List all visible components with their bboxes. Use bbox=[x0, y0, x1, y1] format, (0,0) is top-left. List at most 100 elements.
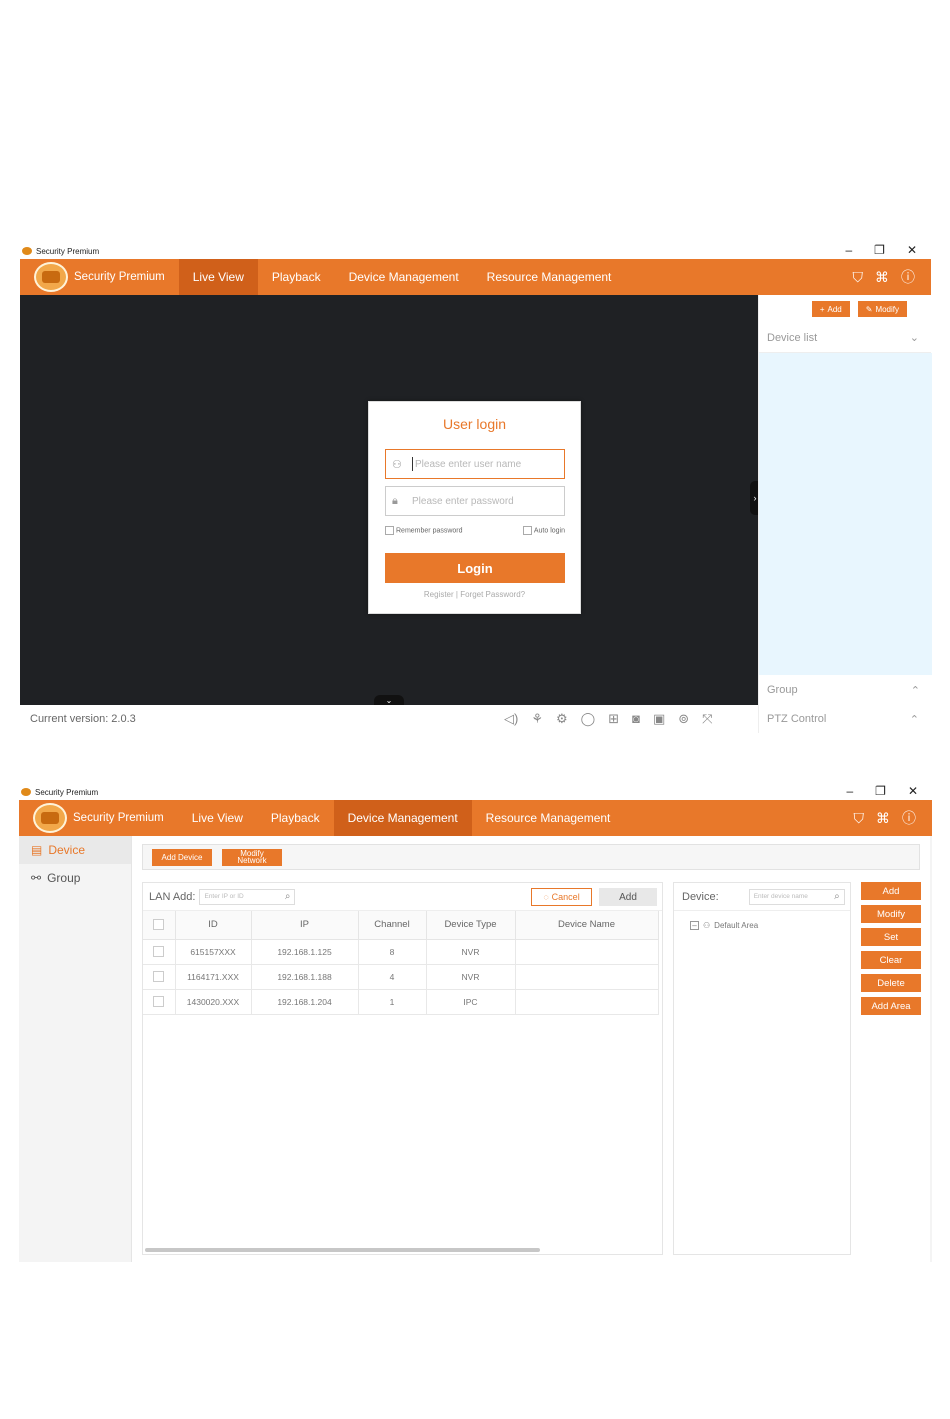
login-title: User login bbox=[442, 416, 507, 432]
help-icon[interactable]: ⓘ bbox=[901, 267, 915, 287]
add-button[interactable]: Add bbox=[861, 882, 921, 900]
settings-icon[interactable]: ⚙ bbox=[556, 711, 568, 727]
device-label: Device: bbox=[682, 890, 719, 903]
clear-button[interactable]: Clear bbox=[861, 951, 921, 969]
video-area[interactable]: User login ⚇ Please enter user name 🔒︎ P… bbox=[20, 295, 758, 705]
restore-button[interactable]: ❐ bbox=[875, 784, 886, 798]
horizontal-scrollbar[interactable] bbox=[145, 1248, 540, 1252]
select-all-checkbox[interactable] bbox=[143, 911, 176, 940]
column-header-channel[interactable]: Channel bbox=[358, 911, 427, 940]
dm-sidebar: ▤ Device ⚯ Group bbox=[19, 836, 132, 1262]
search-icon[interactable]: ⌕ bbox=[834, 891, 840, 902]
main-nav: Security Premium Live View Playback Devi… bbox=[20, 259, 931, 295]
collapse-icon[interactable]: – bbox=[690, 921, 699, 930]
split-screen-icon[interactable]: ⊞ bbox=[608, 711, 619, 727]
auto-login-checkbox[interactable]: Auto login bbox=[522, 526, 565, 535]
restore-button[interactable]: ❐ bbox=[874, 243, 885, 257]
fullscreen-icon[interactable]: ⤧ bbox=[702, 711, 712, 727]
modify-button[interactable]: Modify bbox=[861, 905, 921, 923]
tree-node-label: Default Area bbox=[714, 921, 759, 930]
group-label: Group bbox=[767, 684, 798, 696]
device-search-placeholder: Enter device name bbox=[753, 893, 808, 900]
lan-search-input[interactable]: Enter IP or ID ⌕ bbox=[199, 888, 296, 905]
command-icon[interactable]: ⌘ bbox=[876, 810, 890, 827]
app-icon bbox=[22, 247, 32, 255]
close-button[interactable]: ✕ bbox=[908, 784, 918, 798]
row-checkbox[interactable] bbox=[143, 964, 176, 990]
modify-button[interactable]: ✎ Modify bbox=[857, 301, 907, 317]
talk-icon[interactable]: ⚘ bbox=[531, 711, 543, 727]
tab-live-view[interactable]: Live View bbox=[178, 259, 258, 295]
cancel-search-button[interactable]: ◌ Cancel bbox=[531, 888, 592, 906]
minimize-button[interactable]: – bbox=[846, 784, 853, 798]
remember-password-checkbox[interactable]: Remember password bbox=[385, 526, 463, 535]
status-bar: Current version: 2.0.3 ◁) ⚘ ⚙ ◯ ⊞ ◙ ▣ ⊚ … bbox=[20, 705, 931, 733]
ptz-control-header[interactable]: PTZ Control ⌃ bbox=[758, 705, 931, 733]
edit-icon: ✎ bbox=[865, 304, 873, 314]
table-row[interactable]: 615157XXX 192.168.1.125 8 NVR bbox=[143, 939, 659, 965]
minimize-button[interactable]: – bbox=[845, 243, 852, 257]
forget-password-link[interactable]: Forget Password? bbox=[460, 590, 525, 599]
group-header[interactable]: Group ⌃ bbox=[759, 675, 932, 705]
cell-ip: 192.168.1.125 bbox=[251, 939, 359, 965]
search-icon[interactable]: ⌕ bbox=[285, 891, 291, 902]
row-checkbox[interactable] bbox=[143, 989, 176, 1015]
window-title: Security Premium bbox=[35, 787, 99, 797]
sidebar-item-label: Device bbox=[48, 843, 86, 857]
record-icon[interactable]: ◯ bbox=[581, 711, 596, 727]
table-row[interactable]: 1430020.XXX 192.168.1.204 1 IPC bbox=[143, 989, 659, 1015]
table-row[interactable]: 1164171.XXX 192.168.1.188 4 NVR bbox=[143, 964, 659, 990]
tree-node-default-area[interactable]: – ⚇ Default Area bbox=[690, 921, 850, 930]
register-link[interactable]: Register bbox=[424, 590, 454, 599]
toolbar-toggle-arrow[interactable]: ⌄ bbox=[374, 695, 404, 705]
help-icon[interactable]: ⓘ bbox=[902, 808, 916, 828]
add-device-button[interactable]: + Add bbox=[811, 301, 850, 317]
command-icon[interactable]: ⌘ bbox=[875, 269, 889, 286]
skin-icon[interactable]: ⛉ bbox=[853, 269, 864, 286]
tab-device-management[interactable]: Device Management bbox=[333, 800, 472, 836]
username-field[interactable]: ⚇ Please enter user name bbox=[385, 449, 565, 479]
modify-network-label-2: Network bbox=[237, 856, 267, 865]
password-field[interactable]: 🔒︎ Please enter password bbox=[385, 486, 565, 516]
column-header-ip[interactable]: IP bbox=[251, 911, 359, 940]
column-header-device-type[interactable]: Device Type bbox=[426, 911, 516, 940]
window-title: Security Premium bbox=[36, 246, 100, 256]
add-device-button[interactable]: Add Device bbox=[152, 848, 212, 866]
cell-channel: 1 bbox=[358, 989, 427, 1015]
login-button[interactable]: Login bbox=[385, 553, 565, 583]
fisheye-360-icon[interactable]: ⊚ bbox=[678, 711, 689, 727]
live-view-window: Security Premium – ❐ ✕ Security Premium … bbox=[20, 243, 932, 733]
tab-device-management[interactable]: Device Management bbox=[335, 259, 473, 295]
row-checkbox[interactable] bbox=[143, 939, 176, 965]
tab-resource-management[interactable]: Resource Management bbox=[472, 800, 625, 836]
column-header-device-name[interactable]: Device Name bbox=[515, 911, 659, 940]
add-label: Add bbox=[827, 304, 842, 314]
delete-button[interactable]: Delete bbox=[861, 974, 921, 992]
tab-resource-management[interactable]: Resource Management bbox=[473, 259, 626, 295]
set-button[interactable]: Set bbox=[861, 928, 921, 946]
video-record-icon[interactable]: ▣ bbox=[653, 711, 665, 727]
device-list-header[interactable]: Device list ⌄ bbox=[759, 323, 931, 353]
remember-password-label: Remember password bbox=[396, 527, 463, 535]
volume-icon[interactable]: ◁) bbox=[504, 711, 518, 727]
tab-live-view[interactable]: Live View bbox=[178, 800, 257, 836]
modify-network-button[interactable]: Modify Network bbox=[222, 848, 282, 866]
text-cursor bbox=[412, 457, 413, 471]
close-button[interactable]: ✕ bbox=[907, 243, 917, 257]
snapshot-icon[interactable]: ◙ bbox=[632, 711, 640, 727]
skin-icon[interactable]: ⛉ bbox=[854, 810, 865, 827]
version-text: Current version: 2.0.3 bbox=[30, 713, 136, 725]
device-search-input[interactable]: Enter device name ⌕ bbox=[748, 888, 845, 905]
column-header-id[interactable]: ID bbox=[175, 911, 252, 940]
tab-playback[interactable]: Playback bbox=[257, 800, 334, 836]
sidebar-item-group[interactable]: ⚯ Group bbox=[19, 864, 131, 892]
tab-playback[interactable]: Playback bbox=[258, 259, 335, 295]
lan-search-placeholder: Enter IP or ID bbox=[204, 893, 244, 900]
title-bar: Security Premium – ❐ ✕ bbox=[20, 243, 931, 259]
add-area-button[interactable]: Add Area bbox=[861, 997, 921, 1015]
dm-toolbar: Add Device Modify Network bbox=[142, 844, 920, 870]
lan-add-button[interactable]: Add bbox=[599, 888, 657, 906]
sidebar-item-device[interactable]: ▤ Device bbox=[19, 836, 131, 864]
device-list[interactable] bbox=[759, 353, 932, 675]
cell-channel: 8 bbox=[358, 939, 427, 965]
